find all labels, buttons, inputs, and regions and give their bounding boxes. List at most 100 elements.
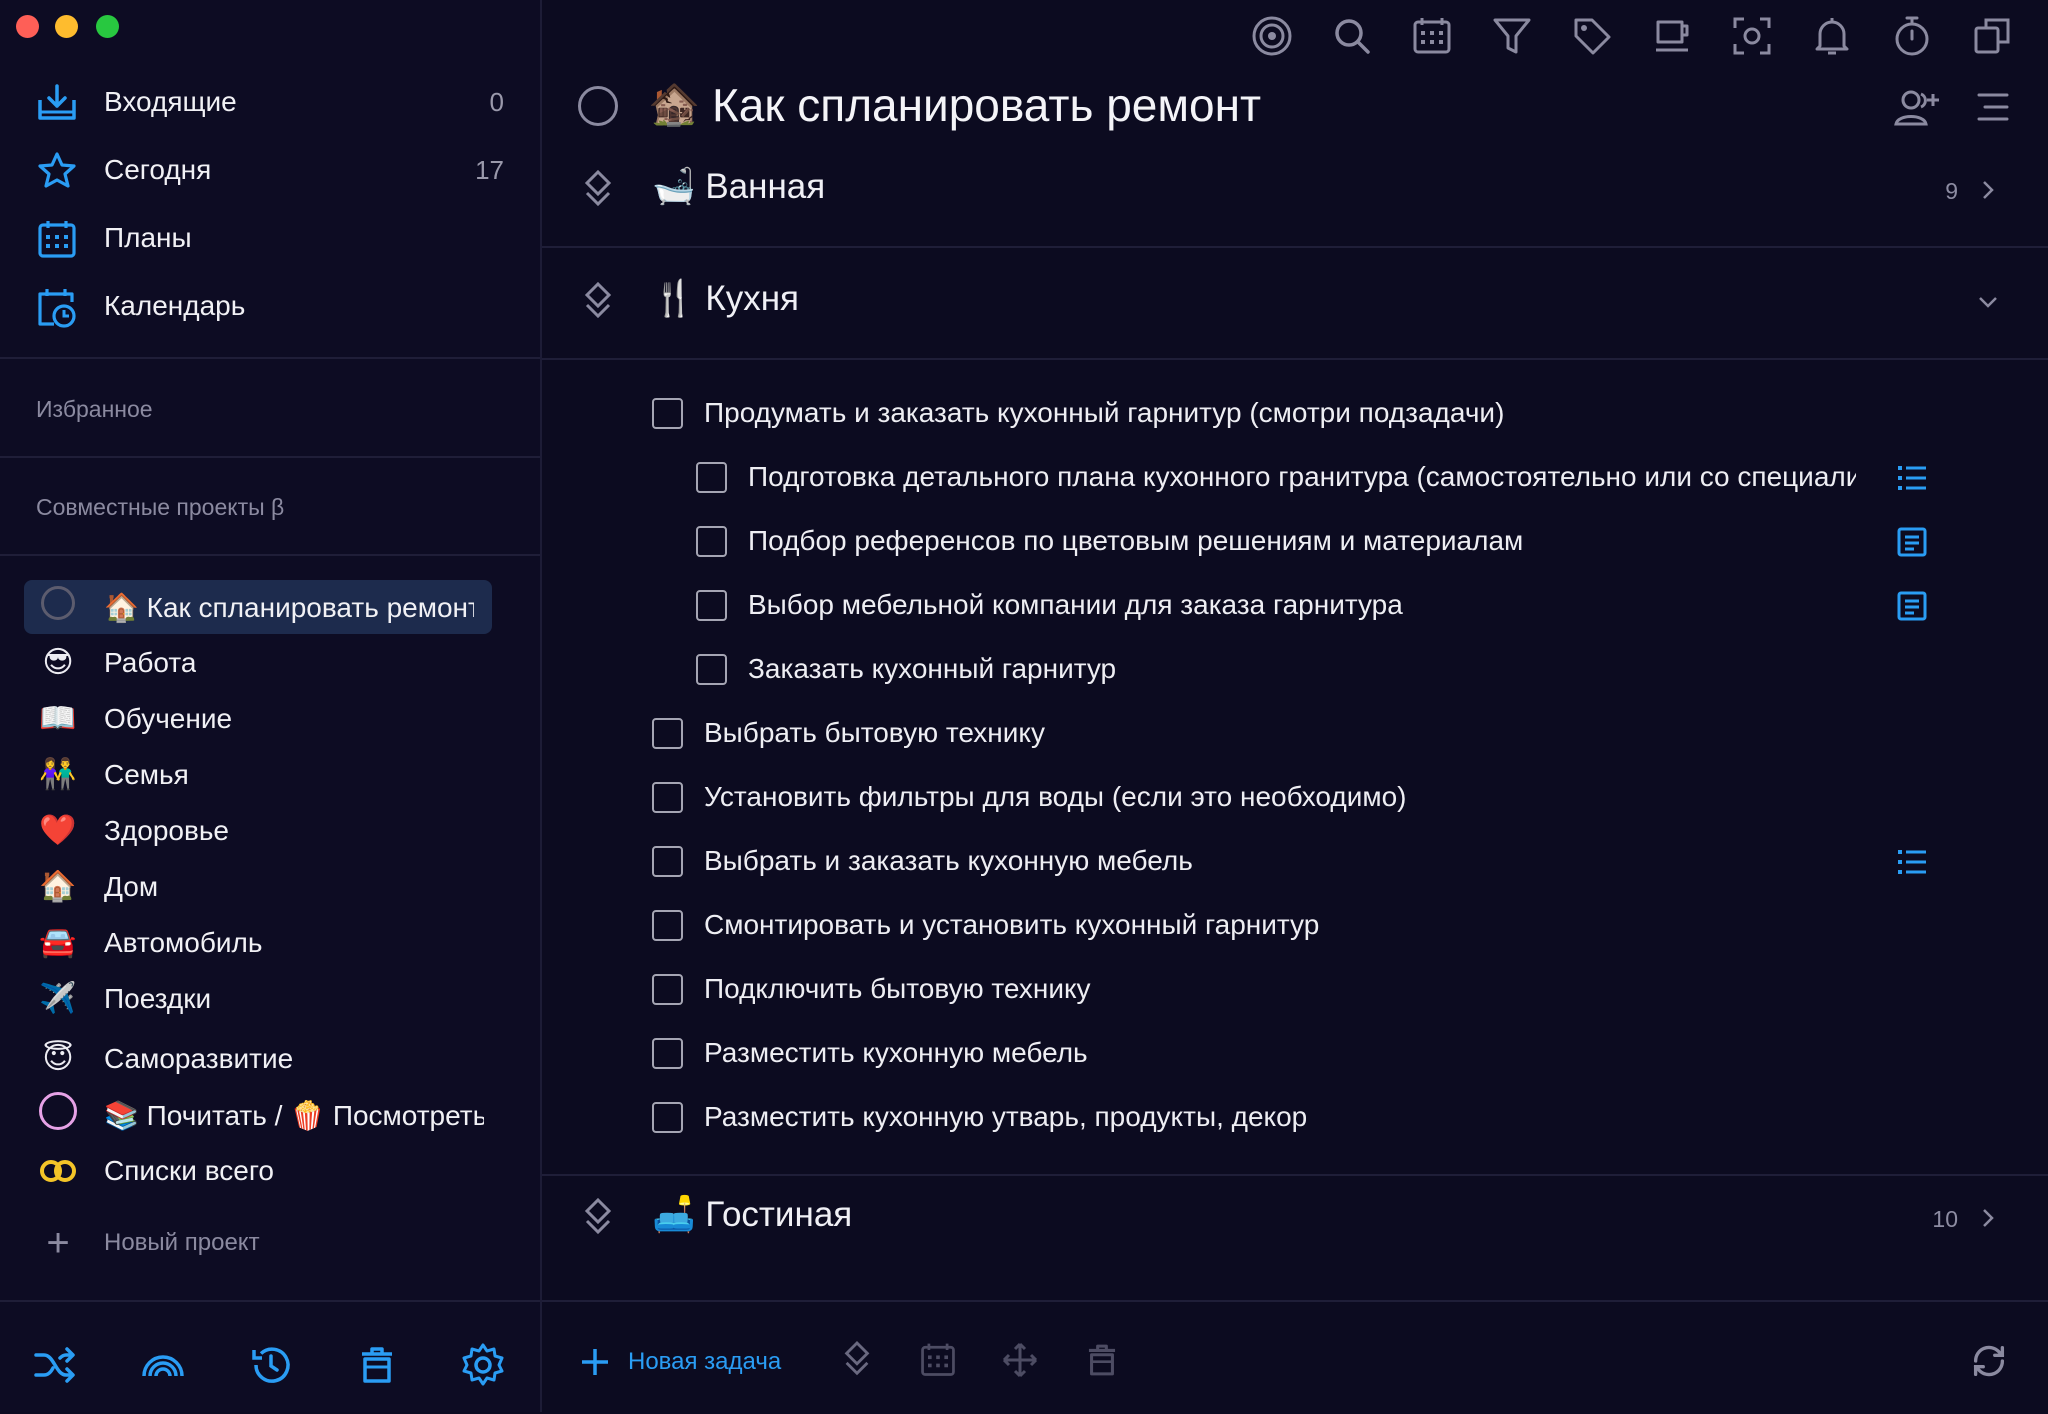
task-row[interactable]: Смонтировать и установить кухонный гарни… (652, 900, 1952, 950)
task-row[interactable]: Установить фильтры для воды (если это не… (652, 772, 1952, 822)
subtask-row[interactable]: Заказать кухонный гарнитур (696, 644, 1996, 694)
calendar-icon[interactable] (1410, 14, 1454, 58)
note-icon[interactable] (1896, 590, 1928, 622)
project-item-learning[interactable]: 📖 Обучение (24, 692, 492, 746)
chevron-down-icon[interactable] (1976, 290, 2000, 314)
task-row[interactable]: Продумать и заказать кухонный гарнитур (… (652, 388, 1952, 438)
subtask-row[interactable]: Выбор мебельной компании для заказа гарн… (696, 580, 1996, 630)
couch-emoji-icon: 🛋️ (652, 1195, 696, 1234)
search-icon[interactable] (1330, 14, 1374, 58)
new-task-button[interactable]: Новая задача (580, 1342, 781, 1382)
coffee-icon[interactable] (1650, 14, 1694, 58)
sync-icon[interactable] (1968, 1340, 2010, 1382)
task-checkbox[interactable] (696, 526, 727, 557)
task-checkbox[interactable] (652, 910, 683, 941)
task-checkbox[interactable] (652, 718, 683, 749)
task-checkbox[interactable] (652, 782, 683, 813)
main-panel: 🏚️ Как спланировать ремонт 🛁 Ванная 9 🍴 … (542, 0, 2048, 1412)
move-icon[interactable] (1000, 1340, 1040, 1380)
settings-icon[interactable] (460, 1342, 506, 1388)
project-item-trips[interactable]: ✈️ Поездки (24, 972, 492, 1026)
project-item-self-development[interactable]: 😇 Саморазвитие (24, 1032, 492, 1086)
task-checkbox[interactable] (652, 846, 683, 877)
shuffle-icon[interactable] (32, 1342, 78, 1388)
chevron-right-icon[interactable] (1976, 1206, 2000, 1230)
checklist-icon[interactable] (1896, 846, 1928, 878)
drag-handle-icon[interactable] (580, 1198, 616, 1238)
task-checkbox[interactable] (652, 1102, 683, 1133)
drag-handle-icon[interactable] (580, 282, 616, 322)
section-add-icon[interactable] (840, 1340, 874, 1380)
task-checkbox[interactable] (696, 590, 727, 621)
task-row[interactable]: Выбрать и заказать кухонную мебель (652, 836, 1952, 886)
note-icon[interactable] (1896, 526, 1928, 558)
task-row[interactable]: Разместить кухонную мебель (652, 1028, 1952, 1078)
task-row[interactable]: Разместить кухонную утварь, продукты, де… (652, 1092, 1952, 1142)
task-title: Подключить бытовую технику (704, 973, 1091, 1004)
task-title: Выбрать бытовую технику (704, 717, 1045, 748)
project-label: Списки всего (104, 1155, 274, 1186)
task-checkbox[interactable] (696, 654, 727, 685)
section-count: 9 (1945, 178, 1958, 204)
filter-icon[interactable] (1490, 14, 1534, 58)
section-name: Кухня (705, 279, 799, 318)
project-item-work[interactable]: 😎 Работа (24, 636, 492, 690)
task-row[interactable]: Выбрать бытовую технику (652, 708, 1952, 758)
shared-projects-heading[interactable]: Совместные проекты β (36, 494, 284, 521)
project-item-car[interactable]: 🚘 Автомобиль (24, 916, 492, 970)
favorites-heading[interactable]: Избранное (36, 396, 153, 423)
focus-target-icon[interactable] (1250, 14, 1294, 58)
capture-icon[interactable] (1730, 14, 1774, 58)
history-icon[interactable] (248, 1342, 294, 1388)
menu-lines-icon[interactable] (1976, 90, 2010, 124)
task-checkbox[interactable] (696, 462, 727, 493)
angel-emoji-icon: 😇 (42, 1042, 74, 1075)
project-item-renovation[interactable]: 🏠 Как спланировать ремонт (24, 580, 492, 634)
project-complete-checkbox[interactable] (578, 86, 618, 126)
close-window-button[interactable] (16, 15, 39, 38)
nav-plans[interactable]: Планы (0, 208, 540, 268)
subtask-row[interactable]: Подготовка детального плана кухонного гр… (696, 452, 1996, 502)
timer-icon[interactable] (1890, 14, 1934, 58)
task-checkbox[interactable] (652, 398, 683, 429)
section-name: Гостиная (705, 1195, 853, 1234)
task-title: Разместить кухонную мебель (704, 1037, 1088, 1068)
inbox-icon (38, 84, 76, 120)
nav-calendar[interactable]: Календарь (0, 276, 540, 336)
nav-label: Календарь (104, 290, 246, 321)
section-bathroom[interactable]: 🛁 Ванная 9 (542, 162, 2048, 246)
plus-icon: + (46, 1221, 70, 1265)
new-project-button[interactable]: + Новый проект (24, 1216, 492, 1270)
drag-handle-icon[interactable] (580, 170, 616, 210)
task-row[interactable]: Подключить бытовую технику (652, 964, 1952, 1014)
nav-today[interactable]: Сегодня 17 (0, 140, 540, 200)
project-item-lists[interactable]: Списки всего (24, 1144, 492, 1198)
tag-icon[interactable] (1570, 14, 1614, 58)
nav-inbox[interactable]: Входящие 0 (0, 72, 540, 132)
section-living-room[interactable]: 🛋️ Гостиная 10 (542, 1190, 2048, 1274)
divider (542, 1174, 2048, 1176)
section-kitchen[interactable]: 🍴 Кухня (542, 274, 2048, 358)
bell-icon[interactable] (1810, 14, 1854, 58)
project-circle-icon (38, 1089, 78, 1141)
rainbow-icon[interactable] (140, 1342, 186, 1388)
divider (0, 554, 540, 556)
share-users-icon[interactable] (1892, 88, 1944, 128)
windows-icon[interactable] (1970, 14, 2014, 58)
checklist-icon[interactable] (1896, 462, 1928, 494)
maximize-window-button[interactable] (96, 15, 119, 38)
calendar-icon[interactable] (918, 1340, 958, 1380)
project-item-family[interactable]: 👫 Семья (24, 748, 492, 802)
project-item-home[interactable]: 🏠 Дом (24, 860, 492, 914)
task-checkbox[interactable] (652, 1038, 683, 1069)
trash-icon[interactable] (354, 1342, 400, 1388)
project-item-read-watch[interactable]: 📚 Почитать / 🍿 Посмотреть (24, 1088, 492, 1142)
house-emoji-icon: 🏠 (39, 870, 77, 903)
project-item-health[interactable]: ❤️ Здоровье (24, 804, 492, 858)
trash-icon[interactable] (1082, 1340, 1122, 1380)
task-checkbox[interactable] (652, 974, 683, 1005)
project-label: Здоровье (104, 815, 230, 846)
chevron-right-icon[interactable] (1976, 178, 2000, 202)
subtask-row[interactable]: Подбор референсов по цветовым решениям и… (696, 516, 1996, 566)
minimize-window-button[interactable] (55, 15, 78, 38)
